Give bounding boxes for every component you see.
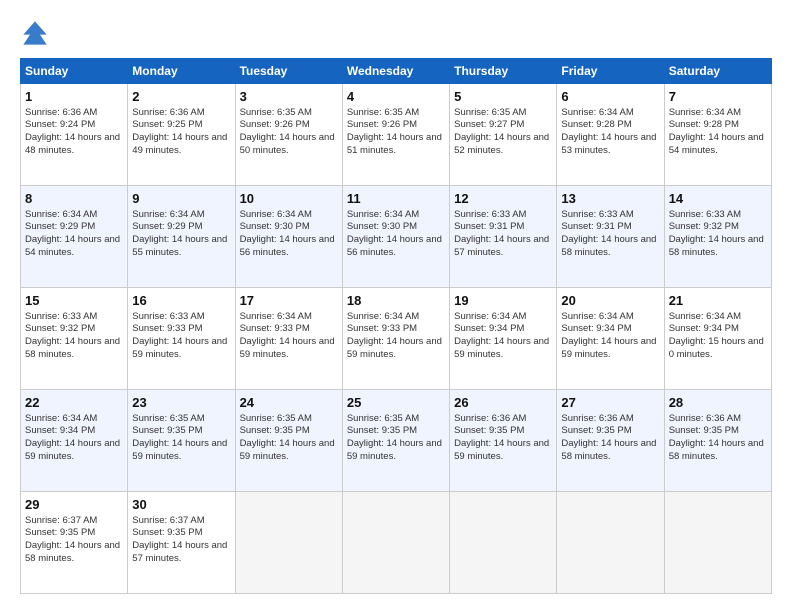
day-cell-16: 16Sunrise: 6:33 AMSunset: 9:33 PMDayligh… (128, 288, 235, 390)
empty-cell (664, 492, 771, 594)
day-cell-27: 27Sunrise: 6:36 AMSunset: 9:35 PMDayligh… (557, 390, 664, 492)
day-cell-15: 15Sunrise: 6:33 AMSunset: 9:32 PMDayligh… (21, 288, 128, 390)
logo-icon (20, 18, 50, 48)
day-cell-12: 12Sunrise: 6:33 AMSunset: 9:31 PMDayligh… (450, 186, 557, 288)
day-cell-14: 14Sunrise: 6:33 AMSunset: 9:32 PMDayligh… (664, 186, 771, 288)
day-cell-7: 7Sunrise: 6:34 AMSunset: 9:28 PMDaylight… (664, 84, 771, 186)
day-cell-21: 21Sunrise: 6:34 AMSunset: 9:34 PMDayligh… (664, 288, 771, 390)
day-cell-6: 6Sunrise: 6:34 AMSunset: 9:28 PMDaylight… (557, 84, 664, 186)
day-cell-23: 23Sunrise: 6:35 AMSunset: 9:35 PMDayligh… (128, 390, 235, 492)
week-row-2: 8Sunrise: 6:34 AMSunset: 9:29 PMDaylight… (21, 186, 772, 288)
day-num: 17 (240, 292, 338, 310)
col-header-thursday: Thursday (450, 59, 557, 84)
day-cell-13: 13Sunrise: 6:33 AMSunset: 9:31 PMDayligh… (557, 186, 664, 288)
day-cell-24: 24Sunrise: 6:35 AMSunset: 9:35 PMDayligh… (235, 390, 342, 492)
day-num: 29 (25, 496, 123, 514)
day-num: 24 (240, 394, 338, 412)
day-cell-25: 25Sunrise: 6:35 AMSunset: 9:35 PMDayligh… (342, 390, 449, 492)
day-cell-22: 22Sunrise: 6:34 AMSunset: 9:34 PMDayligh… (21, 390, 128, 492)
day-cell-18: 18Sunrise: 6:34 AMSunset: 9:33 PMDayligh… (342, 288, 449, 390)
col-header-saturday: Saturday (664, 59, 771, 84)
day-cell-3: 3Sunrise: 6:35 AMSunset: 9:26 PMDaylight… (235, 84, 342, 186)
day-cell-1: 1Sunrise: 6:36 AMSunset: 9:24 PMDaylight… (21, 84, 128, 186)
day-num: 7 (669, 88, 767, 106)
col-header-sunday: Sunday (21, 59, 128, 84)
day-cell-2: 2Sunrise: 6:36 AMSunset: 9:25 PMDaylight… (128, 84, 235, 186)
day-cell-11: 11Sunrise: 6:34 AMSunset: 9:30 PMDayligh… (342, 186, 449, 288)
day-num: 6 (561, 88, 659, 106)
day-num: 9 (132, 190, 230, 208)
day-num: 11 (347, 190, 445, 208)
day-num: 22 (25, 394, 123, 412)
day-cell-9: 9Sunrise: 6:34 AMSunset: 9:29 PMDaylight… (128, 186, 235, 288)
logo (20, 18, 54, 48)
day-cell-28: 28Sunrise: 6:36 AMSunset: 9:35 PMDayligh… (664, 390, 771, 492)
calendar-table: SundayMondayTuesdayWednesdayThursdayFrid… (20, 58, 772, 594)
col-header-wednesday: Wednesday (342, 59, 449, 84)
day-num: 18 (347, 292, 445, 310)
day-cell-29: 29Sunrise: 6:37 AMSunset: 9:35 PMDayligh… (21, 492, 128, 594)
header (20, 18, 772, 48)
day-num: 30 (132, 496, 230, 514)
day-num: 15 (25, 292, 123, 310)
day-num: 23 (132, 394, 230, 412)
week-row-3: 15Sunrise: 6:33 AMSunset: 9:32 PMDayligh… (21, 288, 772, 390)
week-row-5: 29Sunrise: 6:37 AMSunset: 9:35 PMDayligh… (21, 492, 772, 594)
col-header-tuesday: Tuesday (235, 59, 342, 84)
day-num: 21 (669, 292, 767, 310)
empty-cell (450, 492, 557, 594)
day-cell-26: 26Sunrise: 6:36 AMSunset: 9:35 PMDayligh… (450, 390, 557, 492)
empty-cell (235, 492, 342, 594)
day-cell-10: 10Sunrise: 6:34 AMSunset: 9:30 PMDayligh… (235, 186, 342, 288)
page: SundayMondayTuesdayWednesdayThursdayFrid… (0, 0, 792, 612)
day-cell-19: 19Sunrise: 6:34 AMSunset: 9:34 PMDayligh… (450, 288, 557, 390)
day-num: 2 (132, 88, 230, 106)
day-num: 12 (454, 190, 552, 208)
week-row-1: 1Sunrise: 6:36 AMSunset: 9:24 PMDaylight… (21, 84, 772, 186)
day-num: 26 (454, 394, 552, 412)
day-num: 27 (561, 394, 659, 412)
day-num: 3 (240, 88, 338, 106)
day-num: 14 (669, 190, 767, 208)
empty-cell (342, 492, 449, 594)
day-num: 28 (669, 394, 767, 412)
day-cell-8: 8Sunrise: 6:34 AMSunset: 9:29 PMDaylight… (21, 186, 128, 288)
day-num: 13 (561, 190, 659, 208)
day-num: 5 (454, 88, 552, 106)
day-num: 1 (25, 88, 123, 106)
day-cell-17: 17Sunrise: 6:34 AMSunset: 9:33 PMDayligh… (235, 288, 342, 390)
col-header-monday: Monday (128, 59, 235, 84)
day-num: 20 (561, 292, 659, 310)
day-num: 16 (132, 292, 230, 310)
day-num: 25 (347, 394, 445, 412)
week-row-4: 22Sunrise: 6:34 AMSunset: 9:34 PMDayligh… (21, 390, 772, 492)
empty-cell (557, 492, 664, 594)
day-num: 4 (347, 88, 445, 106)
day-num: 19 (454, 292, 552, 310)
col-header-friday: Friday (557, 59, 664, 84)
day-cell-5: 5Sunrise: 6:35 AMSunset: 9:27 PMDaylight… (450, 84, 557, 186)
day-cell-4: 4Sunrise: 6:35 AMSunset: 9:26 PMDaylight… (342, 84, 449, 186)
day-num: 10 (240, 190, 338, 208)
day-cell-30: 30Sunrise: 6:37 AMSunset: 9:35 PMDayligh… (128, 492, 235, 594)
day-cell-20: 20Sunrise: 6:34 AMSunset: 9:34 PMDayligh… (557, 288, 664, 390)
day-num: 8 (25, 190, 123, 208)
